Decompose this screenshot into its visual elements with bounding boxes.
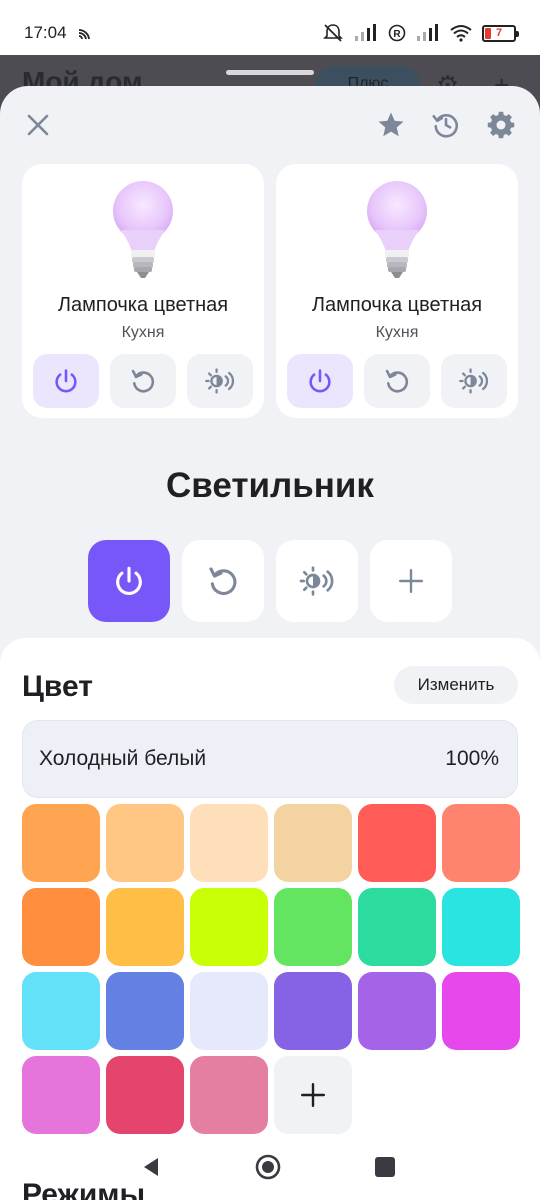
color-swatch[interactable] <box>358 888 436 966</box>
reset-icon <box>131 369 155 393</box>
cast-icon <box>78 29 90 40</box>
current-color-name: Холодный белый <box>39 747 207 770</box>
mute-icon <box>323 24 343 42</box>
brightness-icon <box>299 566 334 596</box>
back-icon <box>144 1158 158 1176</box>
plus-icon <box>398 568 424 594</box>
color-swatch[interactable] <box>190 804 268 882</box>
color-swatch[interactable] <box>190 972 268 1050</box>
color-swatch[interactable] <box>22 1056 100 1134</box>
group-add-button[interactable] <box>370 540 452 622</box>
favorite-button[interactable] <box>371 105 411 145</box>
lamp-card-2[interactable]: Лампочка цветная Кухня <box>276 164 518 418</box>
power-icon <box>55 369 77 393</box>
color-swatch[interactable] <box>274 888 352 966</box>
color-swatch[interactable] <box>190 888 268 966</box>
lamp-room: Кухня <box>121 324 165 341</box>
color-swatch[interactable] <box>358 804 436 882</box>
signal-icon <box>355 24 376 41</box>
lamp-brightness-button[interactable] <box>187 354 253 408</box>
home-icon <box>255 1154 281 1180</box>
current-color-row[interactable]: Холодный белый 100% <box>22 720 518 798</box>
power-icon <box>116 566 142 595</box>
recents-icon <box>375 1157 395 1177</box>
lamp-power-button[interactable] <box>287 354 353 408</box>
bulb-icon <box>367 181 427 278</box>
lamp-brightness-button[interactable] <box>441 354 507 408</box>
lamp-name: Лампочка цветная <box>311 294 483 316</box>
brightness-icon <box>459 368 489 394</box>
color-swatch[interactable] <box>358 972 436 1050</box>
bulb-icon <box>113 181 173 278</box>
nav-home-button[interactable] <box>253 1152 283 1182</box>
color-swatch[interactable] <box>22 972 100 1050</box>
color-swatch[interactable] <box>442 888 520 966</box>
color-swatch[interactable] <box>274 804 352 882</box>
color-swatch[interactable] <box>442 972 520 1050</box>
history-button[interactable] <box>426 105 466 145</box>
plus-icon <box>300 1082 326 1108</box>
gear-icon <box>487 111 515 139</box>
color-swatch[interactable] <box>106 972 184 1050</box>
color-swatch[interactable] <box>106 1056 184 1134</box>
reset-icon <box>385 369 409 393</box>
sheet-grabber[interactable] <box>226 70 314 75</box>
color-swatch[interactable] <box>274 972 352 1050</box>
roaming-icon: R <box>388 24 406 42</box>
device-title: Светильник <box>166 466 374 505</box>
color-swatch[interactable] <box>442 804 520 882</box>
color-swatch[interactable] <box>22 804 100 882</box>
battery-icon: 7 <box>482 24 519 42</box>
lamp-card-1[interactable]: Лампочка цветная Кухня <box>22 164 264 418</box>
color-swatch[interactable] <box>106 804 184 882</box>
reset-icon <box>209 567 237 596</box>
status-time: 17:04 <box>24 23 67 42</box>
nav-recents-button[interactable] <box>370 1152 400 1182</box>
close-button[interactable] <box>18 105 58 145</box>
settings-button[interactable] <box>481 105 521 145</box>
close-icon <box>27 114 49 136</box>
signal-icon-2 <box>417 24 438 41</box>
nav-back-button[interactable] <box>136 1152 166 1182</box>
svg-text:R: R <box>393 29 401 40</box>
lamp-power-button[interactable] <box>33 354 99 408</box>
color-swatch[interactable] <box>190 1056 268 1134</box>
lamp-name: Лампочка цветная <box>57 294 229 316</box>
modes-section-title: Режимы <box>22 1178 146 1200</box>
history-icon <box>432 114 458 138</box>
group-power-button[interactable] <box>88 540 170 622</box>
power-icon <box>309 369 331 393</box>
change-color-button[interactable]: Изменить <box>394 666 518 704</box>
color-section-title: Цвет <box>22 670 93 703</box>
lamp-room: Кухня <box>375 324 419 341</box>
color-swatch[interactable] <box>106 888 184 966</box>
add-color-button[interactable] <box>274 1056 352 1134</box>
wifi-icon <box>450 25 472 42</box>
current-color-brightness: 100% <box>445 747 499 770</box>
lamp-reset-button[interactable] <box>110 354 176 408</box>
star-icon <box>378 112 404 137</box>
lamp-reset-button[interactable] <box>364 354 430 408</box>
color-swatch[interactable] <box>22 888 100 966</box>
group-reset-button[interactable] <box>182 540 264 622</box>
group-brightness-button[interactable] <box>276 540 358 622</box>
brightness-icon <box>205 368 235 394</box>
